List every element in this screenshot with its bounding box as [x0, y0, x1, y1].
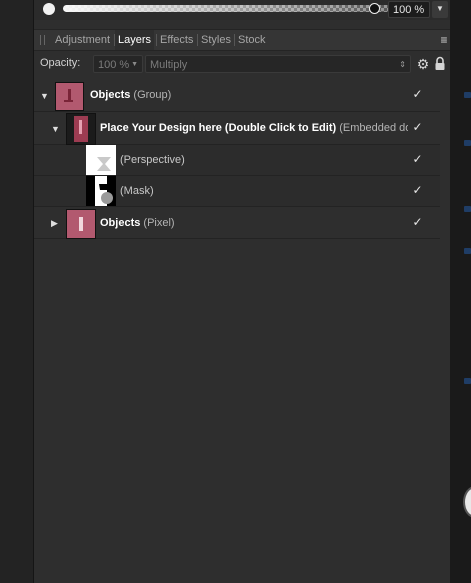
up-down-arrows-icon: ⇕: [399, 60, 406, 69]
chevron-down-icon: ▼: [131, 61, 138, 68]
layer-thumbnail: [86, 145, 116, 175]
left-toolbar-strip: [0, 0, 34, 583]
tool-indicator-icon[interactable]: [464, 92, 471, 98]
opacity-dropdown[interactable]: 100 % ▼: [93, 55, 143, 73]
opacity-slider-knob[interactable]: [369, 3, 380, 14]
blend-mode-dropdown[interactable]: Multiply ⇕: [145, 55, 411, 73]
triangle-down-icon[interactable]: ▼: [51, 124, 60, 134]
layer-thumbnail: [55, 82, 84, 111]
layer-row-mask[interactable]: (Mask) ✓: [34, 176, 440, 207]
tab-separator: [156, 34, 157, 46]
lock-icon[interactable]: [434, 56, 446, 72]
visibility-check-icon[interactable]: ✓: [412, 184, 423, 196]
opacity-slider-row: 100 % ▼: [34, 0, 450, 20]
color-swatch-dot[interactable]: [43, 3, 55, 15]
tab-layers[interactable]: Layers: [115, 30, 155, 50]
layer-row-perspective[interactable]: (Perspective) ✓: [34, 145, 440, 176]
gear-icon[interactable]: ⚙: [415, 56, 431, 72]
tab-separator: [197, 34, 198, 46]
color-wheel-icon[interactable]: [463, 486, 471, 518]
tab-effects[interactable]: Effects: [160, 30, 193, 50]
tab-adjustment[interactable]: Adjustment: [55, 30, 110, 50]
layers-panel: 100 % ▼ Adjustment Layers Effects Styles…: [34, 0, 450, 583]
tab-stock[interactable]: Stock: [238, 30, 266, 50]
layer-name: (Mask): [120, 185, 154, 197]
panel-grip-icon[interactable]: [40, 35, 45, 45]
right-tool-strip: [450, 0, 471, 583]
panel-menu-icon[interactable]: ≡: [438, 30, 450, 50]
tab-styles[interactable]: Styles: [201, 30, 231, 50]
layer-opacity-row: Opacity: 100 % ▼ Multiply ⇕ ⚙: [34, 53, 450, 75]
percent-dropdown-button[interactable]: ▼: [432, 1, 448, 18]
tool-indicator-icon[interactable]: [464, 206, 471, 212]
studio-tab-bar: Adjustment Layers Effects Styles Stock ≡: [34, 29, 450, 51]
opacity-label: Opacity:: [40, 57, 81, 69]
triangle-down-icon[interactable]: ▼: [40, 91, 49, 101]
tab-separator: [234, 34, 235, 46]
layer-name: Place Your Design here (Double Click to …: [100, 122, 408, 134]
layer-name: Objects (Group): [90, 89, 172, 101]
layer-thumbnail: [66, 113, 96, 145]
layer-name: Objects (Pixel): [100, 217, 175, 229]
opacity-dropdown-value: 100 %: [98, 59, 130, 71]
layer-thumbnail: [86, 176, 116, 206]
layer-row-objects-pixel[interactable]: ▶ Objects (Pixel) ✓: [34, 208, 440, 239]
triangle-right-icon[interactable]: ▶: [51, 218, 58, 229]
visibility-check-icon[interactable]: ✓: [412, 216, 423, 228]
tool-indicator-icon[interactable]: [464, 248, 471, 254]
layer-row-objects-group[interactable]: ▼ Objects (Group) ✓: [34, 80, 440, 112]
blend-mode-value: Multiply: [150, 59, 188, 71]
visibility-check-icon[interactable]: ✓: [412, 153, 423, 165]
tool-indicator-icon[interactable]: [464, 378, 471, 384]
layer-thumbnail: [66, 209, 96, 239]
opacity-slider-track[interactable]: [63, 5, 408, 12]
visibility-check-icon[interactable]: ✓: [412, 88, 423, 100]
tool-indicator-icon[interactable]: [464, 140, 471, 146]
layer-row-place-design[interactable]: ▼ Place Your Design here (Double Click t…: [34, 112, 440, 145]
visibility-check-icon[interactable]: ✓: [412, 121, 423, 133]
opacity-percent-field[interactable]: 100 %: [388, 1, 430, 18]
layer-name: (Perspective): [120, 154, 185, 166]
